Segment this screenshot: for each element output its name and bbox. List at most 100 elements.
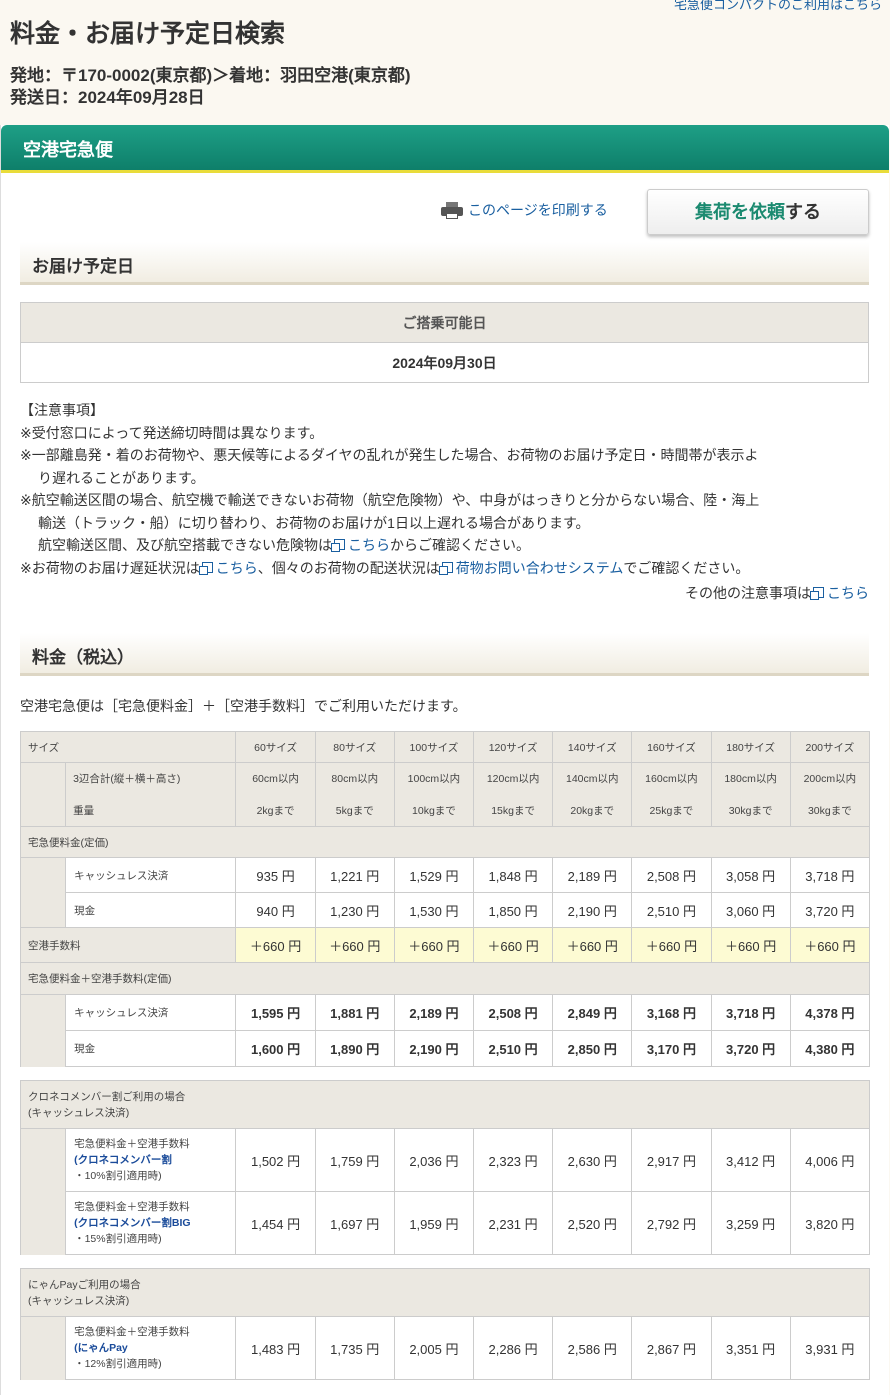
cash-label: 現金 <box>65 1030 237 1067</box>
price-cell: 2,917 円 <box>631 1128 712 1192</box>
size-header: 200サイズ <box>789 731 871 763</box>
member-row-label: 宅急便料金＋空港手数料 (クロネコメンバー割 ・10%割引適用時) <box>65 1128 237 1192</box>
price-cell: 3,259 円 <box>710 1191 791 1255</box>
row-label-line: 宅急便料金＋空港手数料 <box>74 1201 190 1213</box>
page-title: 料金・お届け予定日検索 <box>10 20 286 48</box>
price-cell: 2,231 円 <box>472 1191 554 1255</box>
row-label-line: (にゃんPay <box>74 1342 128 1354</box>
base-fee-label: 宅急便料金(定価) <box>20 826 870 858</box>
price-cell: 1,502 円 <box>235 1128 316 1192</box>
weight-cell: 10kgまで <box>393 794 475 827</box>
total-cell: 3,168 円 <box>631 994 712 1031</box>
service-header: 空港宅急便 <box>1 125 889 173</box>
price-cell: 2,867 円 <box>631 1316 712 1380</box>
total-cell: 1,890 円 <box>314 1030 395 1067</box>
airport-fee-cell: ＋660 円 <box>235 927 316 963</box>
total-cell: 4,378 円 <box>789 994 871 1031</box>
row-label-line: 宅急便料金＋空港手数料 <box>74 1138 190 1150</box>
note-item: 航空輸送区間、及び航空搭載できない危険物は こちらからご確認ください。 <box>20 534 870 557</box>
airport-fee-label: 空港手数料 <box>19 927 237 963</box>
price-cell: 940 円 <box>235 892 316 928</box>
total-cell: 1,595 円 <box>235 994 316 1031</box>
note-text: からご確認ください。 <box>390 537 530 553</box>
price-cell: 3,058 円 <box>710 857 791 893</box>
airport-fee-cell: ＋660 円 <box>314 927 395 963</box>
price-cell: 3,412 円 <box>710 1128 791 1192</box>
price-cell: 3,931 円 <box>789 1316 871 1380</box>
total-cell: 2,850 円 <box>552 1030 633 1067</box>
price-cell: 1,850 円 <box>472 892 554 928</box>
heading-line: クロネコメンバー割ご利用の場合 <box>28 1090 186 1103</box>
size-header: 180サイズ <box>710 731 791 763</box>
pickup-button-label-suffix: する <box>785 202 821 222</box>
note-item: ※お荷物のお届け遅延状況は こちら、個々のお荷物の配送状況は 荷物お問い合わせシステ… <box>20 557 870 580</box>
total-cell: 3,720 円 <box>710 1030 791 1067</box>
size-header: 140サイズ <box>552 731 633 763</box>
row-label-line: ・12%割引適用時) <box>74 1358 162 1370</box>
price-cell: 1,529 円 <box>393 857 475 893</box>
price-cell: 3,060 円 <box>710 892 791 928</box>
tracking-system-link[interactable]: 荷物お問い合わせシステム <box>456 560 624 576</box>
note-item: ※航空輸送区間の場合、航空機で輸送できないお荷物（航空危険物）や、中身がはっきり… <box>20 492 760 508</box>
total-cell: 3,170 円 <box>631 1030 712 1067</box>
boarding-header: ご搭乗可能日 <box>20 302 869 343</box>
spacer <box>19 1316 67 1380</box>
external-link-icon <box>331 539 345 552</box>
fee-intro: 空港宅急便は［宅急便料金］＋［空港手数料］でご利用いただけます。 <box>20 698 467 714</box>
price-cell: 935 円 <box>235 857 316 893</box>
dangerous-goods-link[interactable]: こちら <box>348 537 390 553</box>
price-cell: 1,483 円 <box>235 1316 316 1380</box>
total-cell: 1,881 円 <box>314 994 395 1031</box>
nyanpay-row-label: 宅急便料金＋空港手数料 (にゃんPay ・12%割引適用時) <box>65 1316 237 1380</box>
dimension-cell: 80cm以内 <box>314 762 395 795</box>
spacer <box>19 857 67 928</box>
price-cell: 2,792 円 <box>631 1191 712 1255</box>
spacer <box>19 1128 67 1255</box>
price-cell: 2,036 円 <box>393 1128 475 1192</box>
weight-cell: 15kgまで <box>472 794 554 827</box>
size-header: 160サイズ <box>631 731 712 763</box>
total-cell: 2,190 円 <box>393 1030 475 1067</box>
total-cell: 2,508 円 <box>472 994 554 1031</box>
weight-label: 重量 <box>65 794 237 827</box>
print-page-link[interactable]: このページを印刷する <box>441 200 608 220</box>
dimension-label: 3辺合計(縦＋横＋高さ) <box>65 762 237 795</box>
delivery-section-header: お届け予定日 <box>20 242 869 285</box>
fee-section-title: 料金（税込） <box>32 648 134 667</box>
cashless-label: キャッシュレス決済 <box>65 994 237 1031</box>
other-notes-link[interactable]: こちら <box>827 585 869 601</box>
service-name: 空港宅急便 <box>23 140 113 160</box>
external-link-icon <box>438 561 453 575</box>
dimension-cell: 140cm以内 <box>552 762 633 795</box>
total-cell: 2,189 円 <box>393 994 475 1031</box>
price-cell: 1,697 円 <box>314 1191 395 1255</box>
dimension-cell: 180cm以内 <box>710 762 791 795</box>
dimension-cell: 160cm以内 <box>631 762 712 795</box>
delay-status-link[interactable]: こちら <box>216 560 258 576</box>
total-cell: 1,600 円 <box>235 1030 316 1067</box>
price-cell: 3,720 円 <box>789 892 871 928</box>
price-cell: 1,759 円 <box>314 1128 395 1192</box>
top-help-link[interactable]: 宅急便コンパクトのご利用はこちら <box>674 0 882 13</box>
size-header: 60サイズ <box>235 731 316 763</box>
total-cell: 2,510 円 <box>472 1030 554 1067</box>
fee-section-header: 料金（税込） <box>20 633 869 676</box>
size-header: 120サイズ <box>472 731 554 763</box>
total-fee-label: 宅急便料金＋空港手数料(定価) <box>20 962 870 995</box>
total-cell: 3,718 円 <box>710 994 791 1031</box>
airport-fee-cell: ＋660 円 <box>789 927 871 963</box>
price-cell: 1,454 円 <box>235 1191 316 1255</box>
other-notes-text: その他の注意事項は <box>685 585 811 601</box>
row-label-line: (クロネコメンバー割BIG <box>74 1217 191 1229</box>
notes: 【注意事項】 ※受付窓口によって発送締切時間は異なります。 ※一部離島発・着のお… <box>20 399 870 579</box>
price-cell: 2,510 円 <box>631 892 712 928</box>
note-item: 輸送（トラック・船）に切り替わり、お荷物のお届けが1日以上遅れる場合があります。 <box>38 514 590 531</box>
weight-cell: 30kgまで <box>710 794 791 827</box>
request-pickup-button[interactable]: 集荷を依頼する <box>647 189 869 235</box>
print-label: このページを印刷する <box>468 202 608 218</box>
boarding-date: 2024年09月30日 <box>20 342 869 383</box>
external-link-icon <box>198 561 213 575</box>
airport-fee-cell: ＋660 円 <box>631 927 712 963</box>
size-header: 100サイズ <box>393 731 475 763</box>
note-item: ※受付窓口によって発送締切時間は異なります。 <box>20 424 324 441</box>
